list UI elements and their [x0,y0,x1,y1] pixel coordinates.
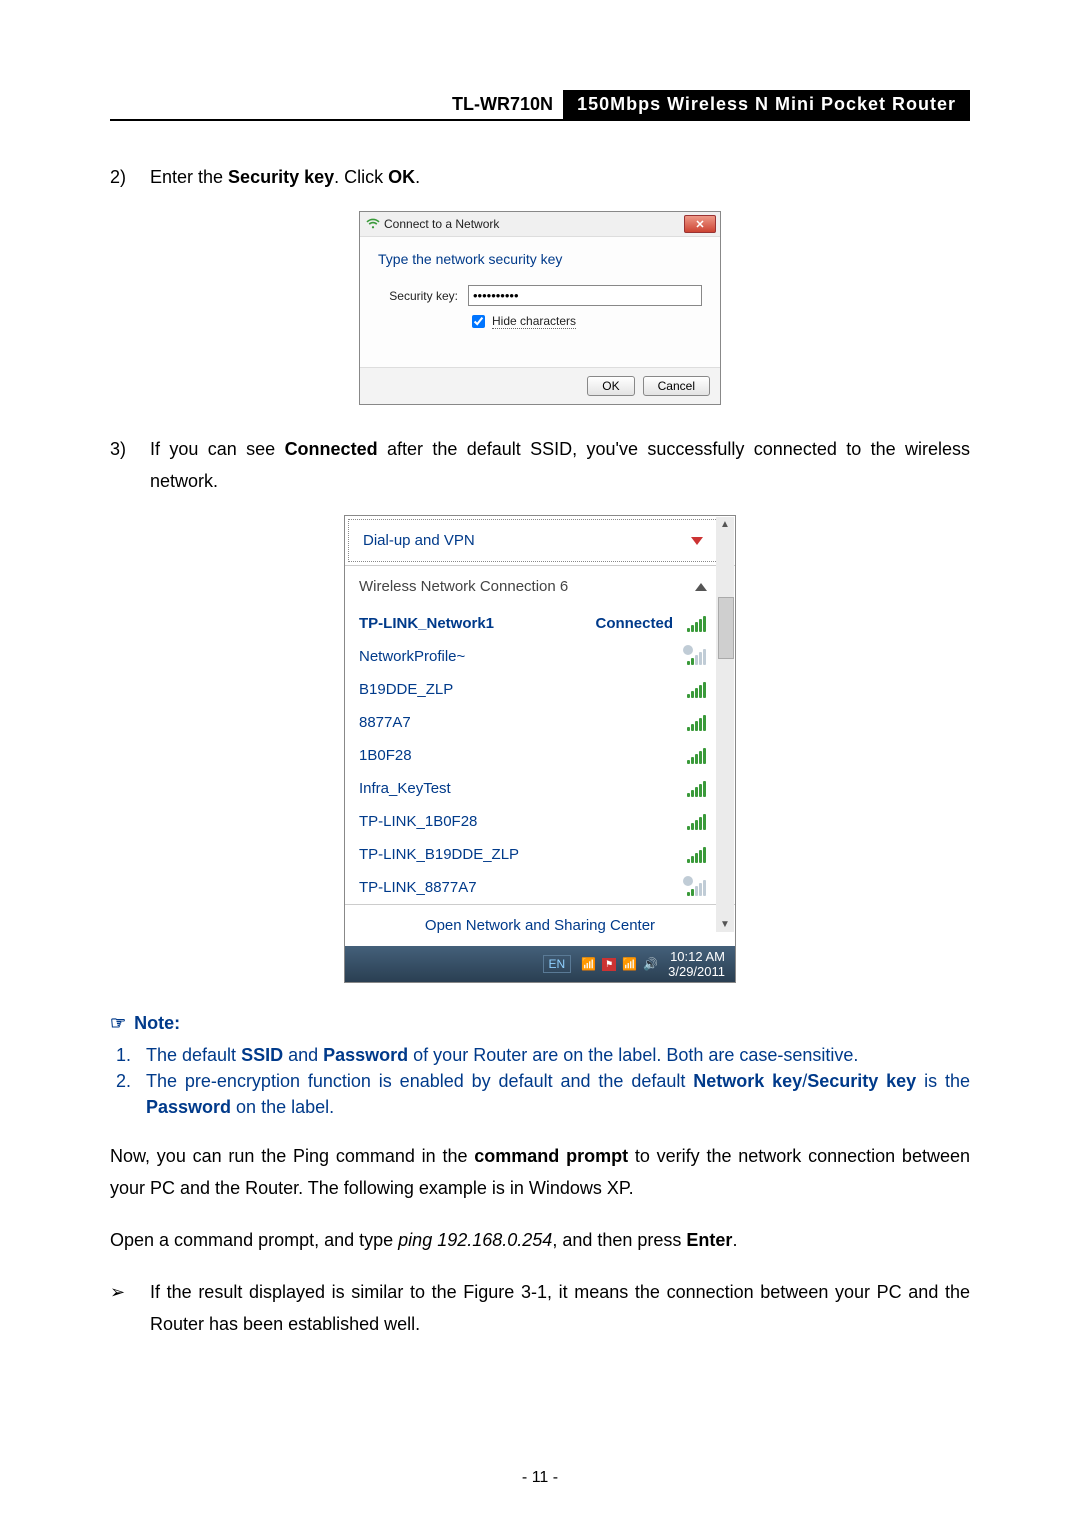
hide-characters-label: Hide characters [492,314,576,329]
signal-strength-icon [687,715,707,731]
ssid-label: B19DDE_ZLP [359,681,453,698]
scroll-thumb[interactable] [718,597,734,659]
step-text: Enter the Security key. Click OK. [150,161,970,193]
dialog-title: Connect to a Network [384,217,499,231]
wifi-network-item[interactable]: TP-LINK_8877A7 [345,871,735,904]
wifi-network-item[interactable]: B19DDE_ZLP [345,673,735,706]
note-text: The pre-encryption function is enabled b… [146,1068,970,1120]
signal-icon: 📶 [622,957,637,971]
warning-icon [683,645,693,655]
wifi-network-item[interactable]: TP-LINK_1B0F28 [345,805,735,838]
scroll-down-icon[interactable]: ▼ [720,917,730,932]
taskbar: EN 📶 ⚑ 📶 🔊 10:12 AM 3/29/2011 [345,946,735,982]
dialog-instruction: Type the network security key [378,251,702,267]
wifi-network-item[interactable]: 8877A7 [345,706,735,739]
cancel-button[interactable]: Cancel [643,376,710,396]
wifi-network-item[interactable]: TP-LINK_B19DDE_ZLP [345,838,735,871]
note-list: 1. The default SSID and Password of your… [116,1042,970,1120]
open-network-center-link[interactable]: Open Network and Sharing Center [345,904,735,946]
ssid-label: NetworkProfile~ [359,648,465,665]
model-description: 150Mbps Wireless N Mini Pocket Router [563,90,970,119]
wifi-network-item[interactable]: 1B0F28 [345,739,735,772]
signal-icon: 📶 [581,957,596,971]
bullet-item: ➢ If the result displayed is similar to … [110,1276,970,1340]
security-key-label: Security key: [378,289,458,303]
ssid-label: 8877A7 [359,714,411,731]
signal-strength-icon [687,649,707,665]
warning-icon [683,876,693,886]
system-tray: 📶 ⚑ 📶 🔊 [581,957,658,971]
connection-status: Connected [595,615,673,632]
wlan-section[interactable]: Wireless Network Connection 6 [345,566,735,607]
manual-header: TL-WR710N 150Mbps Wireless N Mini Pocket… [110,90,970,121]
wifi-network-item[interactable]: Infra_KeyTest [345,772,735,805]
signal-strength-icon [687,616,707,632]
page-number: - 11 - [0,1469,1080,1487]
paragraph: Open a command prompt, and type ping 192… [110,1224,970,1256]
chevron-up-icon [695,583,707,591]
bullet-mark: ➢ [110,1276,150,1340]
signal-strength-icon [687,781,707,797]
signal-strength-icon [687,748,707,764]
model-number: TL-WR710N [442,90,563,119]
ok-button[interactable]: OK [587,376,634,396]
volume-icon: 🔊 [643,957,658,971]
ssid-label: TP-LINK_Network1 [359,615,494,632]
note-text: The default SSID and Password of your Ro… [146,1042,970,1068]
step-number: 2) [110,161,150,193]
scroll-up-icon[interactable]: ▲ [720,517,730,532]
ssid-label: Infra_KeyTest [359,780,451,797]
signal-strength-icon [687,682,707,698]
language-indicator[interactable]: EN [543,955,572,973]
pointing-hand-icon: ☞ [110,1013,126,1034]
step-3: 3) If you can see Connected after the de… [110,433,970,497]
step-2: 2) Enter the Security key. Click OK. [110,161,970,193]
flag-icon: ⚑ [602,958,616,971]
note-heading: ☞ Note: [110,1013,970,1034]
connect-network-dialog: Connect to a Network ✕ Type the network … [359,211,721,405]
hide-characters-checkbox[interactable] [472,315,485,328]
signal-strength-icon [687,814,707,830]
note-number: 1. [116,1042,146,1068]
note-number: 2. [116,1068,146,1120]
close-icon[interactable]: ✕ [684,215,716,233]
signal-strength-icon [687,847,707,863]
signal-strength-icon [687,880,707,896]
dialup-section[interactable]: Dial-up and VPN [348,519,732,562]
paragraph: Now, you can run the Ping command in the… [110,1140,970,1204]
ssid-label: TP-LINK_B19DDE_ZLP [359,846,519,863]
chevron-down-icon [691,537,703,545]
wifi-network-item[interactable]: TP-LINK_Network1 Connected [345,607,735,640]
section-label: Dial-up and VPN [363,532,475,549]
wifi-icon [366,217,380,231]
ssid-label: 1B0F28 [359,747,412,764]
dialog-titlebar: Connect to a Network ✕ [360,212,720,237]
section-label: Wireless Network Connection 6 [359,578,568,595]
step-text: If you can see Connected after the defau… [150,433,970,497]
wifi-network-item[interactable]: NetworkProfile~ [345,640,735,673]
ssid-label: TP-LINK_1B0F28 [359,813,477,830]
ssid-label: TP-LINK_8877A7 [359,879,477,896]
scrollbar[interactable]: ▲ ▼ [716,517,734,932]
taskbar-clock: 10:12 AM 3/29/2011 [668,949,725,979]
wifi-network-flyout: ▲ ▼ Dial-up and VPN Wireless Network Con… [344,515,736,983]
security-key-input[interactable] [468,285,702,306]
step-number: 3) [110,433,150,497]
bullet-text: If the result displayed is similar to th… [150,1276,970,1340]
